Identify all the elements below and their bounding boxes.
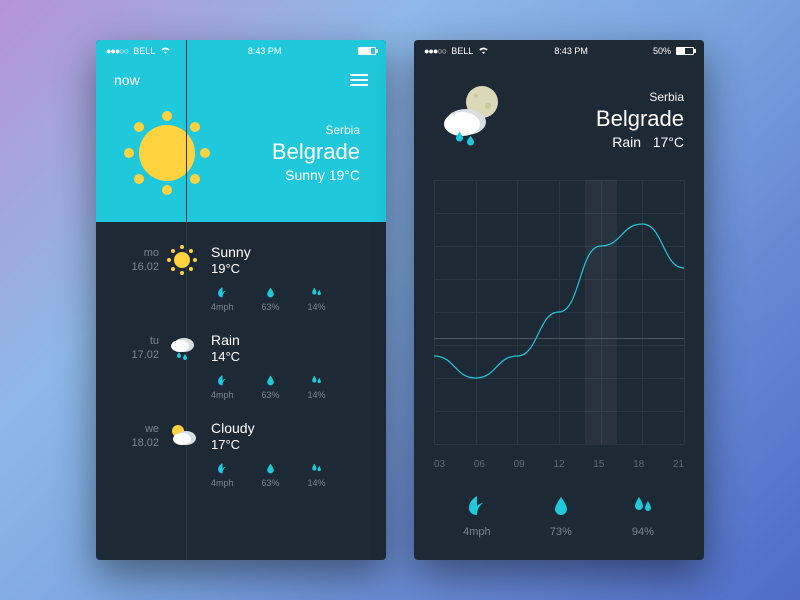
phone-screen-forecast: ●●●○○ BELL 8:43 PM now <box>96 40 386 560</box>
clock-label: 8:43 PM <box>554 46 588 56</box>
chart-line <box>434 180 684 444</box>
forecast-date: we18.02 <box>114 420 159 451</box>
wind-stat: 4mph <box>463 494 491 538</box>
x-tick-label: 21 <box>673 459 684 470</box>
carrier-label: BELL <box>451 46 473 56</box>
wind-value: 4mph <box>463 526 491 538</box>
x-tick-label: 06 <box>474 459 485 470</box>
now-label: now <box>114 72 140 88</box>
city-label: Belgrade <box>596 106 684 132</box>
chart-x-axis: 03 06 09 12 15 18 21 <box>434 459 684 470</box>
hourly-chart[interactable]: 03 06 09 12 15 18 21 <box>414 172 704 478</box>
precip-value: 94% <box>632 526 654 538</box>
forecast-temp: 14°C <box>211 349 368 364</box>
wifi-icon <box>478 46 489 57</box>
wind-stat: 4mph <box>211 462 234 488</box>
forecast-row[interactable]: we18.02 Cloudy 17°C 4mph 63% 14% <box>114 410 368 498</box>
humidity-stat: 63% <box>262 374 280 400</box>
x-tick-label: 03 <box>434 459 445 470</box>
x-tick-label: 09 <box>514 459 525 470</box>
forecast-date: mo16.02 <box>114 244 159 275</box>
condition-label: Sunny 19°C <box>272 167 360 183</box>
humidity-stat: 63% <box>262 462 280 488</box>
current-weather-header: Serbia Belgrade Rain 17°C <box>414 62 704 172</box>
weather-icon <box>166 332 198 364</box>
detail-stats: 4mph 73% 94% <box>414 478 704 560</box>
carrier-label: BELL <box>133 46 155 56</box>
precip-stat: 14% <box>308 374 326 400</box>
x-tick-label: 15 <box>593 459 604 470</box>
precip-stat: 14% <box>308 286 326 312</box>
current-weather-hero: now Serbia Belgrade Sunny 19°C <box>96 62 386 222</box>
clock-label: 8:43 PM <box>248 46 282 56</box>
x-tick-label: 18 <box>633 459 644 470</box>
menu-icon[interactable] <box>350 74 368 86</box>
status-bar: ●●●○○ BELL 8:43 PM 50% <box>414 40 704 62</box>
signal-dots-icon: ●●●○○ <box>424 46 446 56</box>
forecast-temp: 17°C <box>211 437 368 452</box>
forecast-temp: 19°C <box>211 261 368 276</box>
forecast-date: tu17.02 <box>114 332 159 363</box>
forecast-list: mo16.02 Sunny 19°C 4mph 63% 14% tu17.02 … <box>96 222 386 560</box>
x-tick-label: 12 <box>553 459 564 470</box>
country-label: Serbia <box>596 90 684 104</box>
signal-dots-icon: ●●●○○ <box>106 46 128 56</box>
precip-stat: 94% <box>631 494 655 538</box>
forecast-condition: Sunny <box>211 244 368 260</box>
status-bar: ●●●○○ BELL 8:43 PM <box>96 40 386 62</box>
city-label: Belgrade <box>272 139 360 165</box>
weather-icon <box>166 244 198 276</box>
battery-icon <box>676 47 694 55</box>
weather-icon <box>166 420 198 452</box>
humidity-stat: 73% <box>549 494 573 538</box>
forecast-row[interactable]: tu17.02 Rain 14°C 4mph 63% 14% <box>114 322 368 410</box>
forecast-row[interactable]: mo16.02 Sunny 19°C 4mph 63% 14% <box>114 234 368 322</box>
forecast-condition: Cloudy <box>211 420 368 436</box>
chart-grid <box>434 180 684 444</box>
wind-stat: 4mph <box>211 286 234 312</box>
forecast-condition: Rain <box>211 332 368 348</box>
humidity-value: 73% <box>550 526 572 538</box>
wind-stat: 4mph <box>211 374 234 400</box>
battery-pct-label: 50% <box>653 46 671 56</box>
battery-icon <box>358 47 376 55</box>
sun-icon <box>122 108 212 198</box>
wifi-icon <box>160 46 171 57</box>
country-label: Serbia <box>272 123 360 137</box>
rain-night-icon <box>434 82 510 158</box>
phone-screen-detail: ●●●○○ BELL 8:43 PM 50% Serbia Belgrad <box>414 40 704 560</box>
precip-stat: 14% <box>308 462 326 488</box>
condition-temp-label: Rain 17°C <box>596 134 684 150</box>
humidity-stat: 63% <box>262 286 280 312</box>
